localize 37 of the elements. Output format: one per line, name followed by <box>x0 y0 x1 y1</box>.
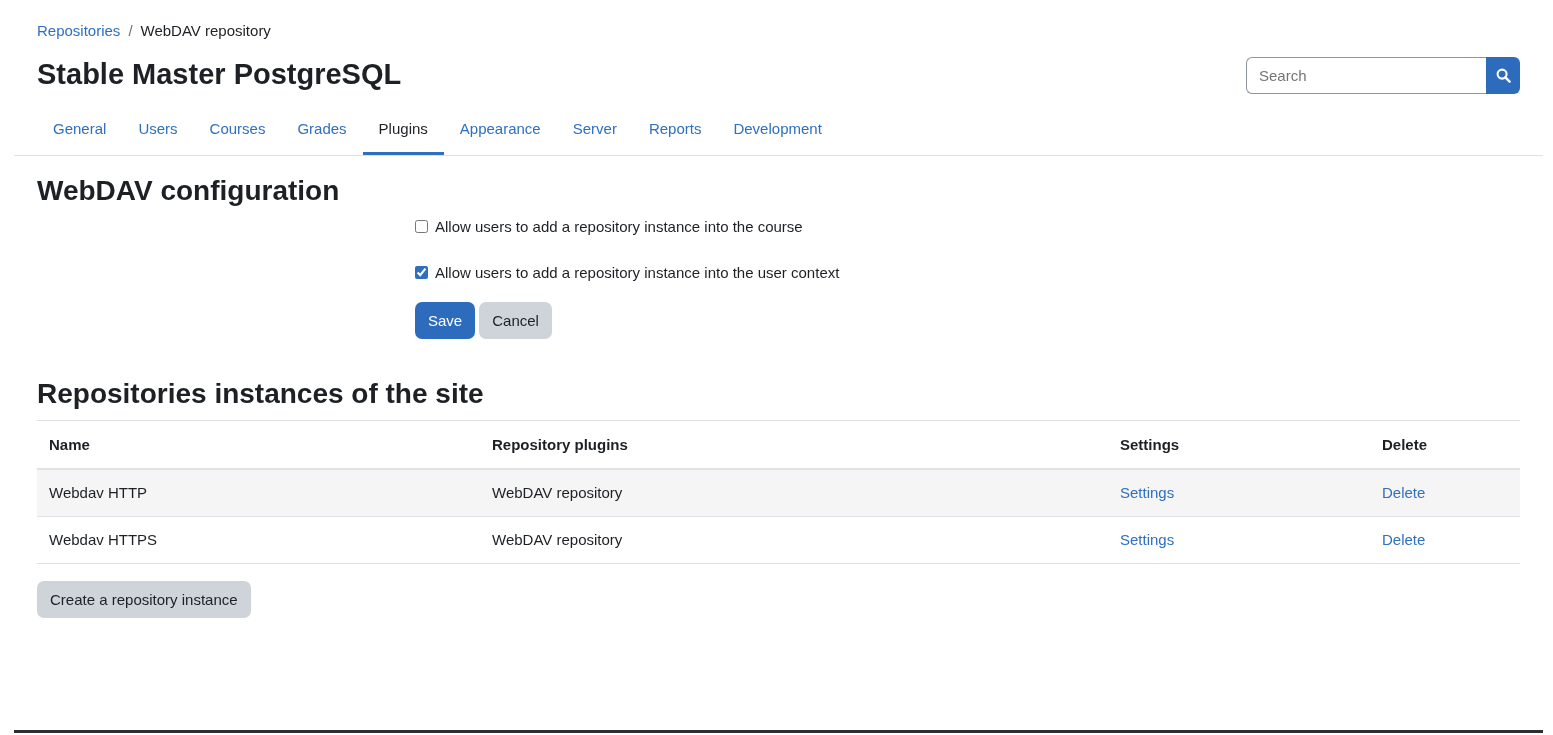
nav-tab[interactable]: Plugins <box>362 106 444 155</box>
delete-link[interactable]: Delete <box>1382 484 1426 502</box>
section-heading: WebDAV configuration <box>37 173 341 208</box>
nav-tab[interactable]: General <box>37 106 123 155</box>
table-cell: WebDAV repository <box>480 468 1108 517</box>
nav-tab[interactable]: Courses <box>193 106 282 155</box>
column-header: Delete <box>1370 420 1520 469</box>
search-field[interactable]: Search <box>1246 56 1486 94</box>
breadcrumb-separator: / <box>128 22 133 39</box>
site-title: Stable Master PostgreSQL <box>37 57 402 92</box>
checkbox[interactable] <box>415 220 428 234</box>
search-button[interactable] <box>1486 56 1520 94</box>
checkbox-label: Allow users to add a repository instance into the user context <box>435 264 840 282</box>
table-cell: Webdav HTTPS <box>37 516 480 564</box>
checkbox[interactable] <box>415 266 428 280</box>
breadcrumb-current: WebDAV repository <box>140 22 271 39</box>
nav-tab[interactable]: Appearance <box>443 106 557 155</box>
table-cell: WebDAV repository <box>480 516 1108 564</box>
save-button[interactable]: Save <box>415 302 476 340</box>
nav-tab[interactable]: Server <box>556 106 633 155</box>
section-heading: Repositories instances of the site <box>37 377 485 411</box>
nav-tab[interactable]: Users <box>122 106 194 155</box>
checkbox-label: Allow users to add a repository instance into the course <box>435 218 803 236</box>
table-cell: Webdav HTTP <box>37 468 480 517</box>
settings-link[interactable]: Settings <box>1120 531 1175 549</box>
nav-tab[interactable]: Reports <box>632 106 718 155</box>
cancel-button[interactable]: Cancel <box>479 302 552 340</box>
breadcrumb-link[interactable]: Repositories <box>37 22 121 39</box>
nav-tab[interactable]: Grades <box>281 106 363 155</box>
settings-link[interactable]: Settings <box>1120 484 1175 502</box>
delete-link[interactable]: Delete <box>1382 531 1426 549</box>
search-icon <box>1495 67 1511 83</box>
create-instance-button[interactable]: Create a repository instance <box>37 580 251 618</box>
column-header: Settings <box>1108 420 1370 469</box>
column-header: Repository plugins <box>480 420 1108 469</box>
column-header: Name <box>37 420 480 469</box>
nav-tab[interactable]: Development <box>717 106 838 155</box>
